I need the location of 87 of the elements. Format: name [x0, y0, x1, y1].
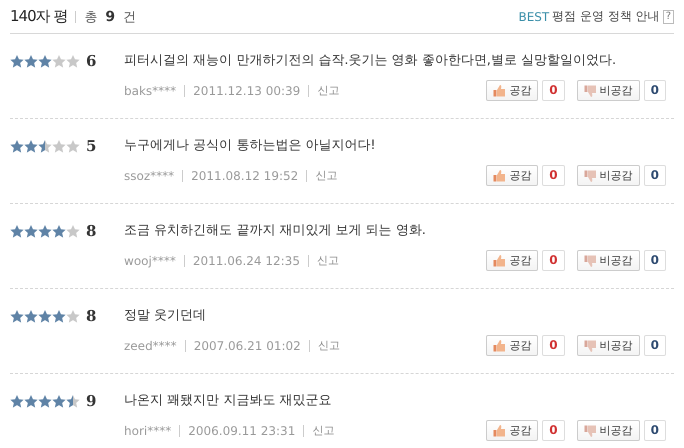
thumbs-up-icon [493, 170, 506, 182]
thumbs-down-icon [584, 84, 597, 96]
thumbs-up-icon [493, 254, 506, 266]
report-link[interactable]: 신고 [312, 423, 334, 438]
review-text: 나온지 꽤됐지만 지금봐도 재밌군요 [124, 392, 332, 410]
like-button[interactable]: 공감 [486, 250, 538, 271]
thumbs-down-icon [584, 170, 597, 182]
star-icon [24, 224, 38, 238]
dislike-count: 0 [644, 335, 666, 356]
dislike-button[interactable]: 비공감 [576, 165, 640, 186]
star-icon [66, 140, 80, 152]
review-text: 정말 웃기던데 [124, 307, 208, 325]
star-icon [24, 310, 38, 322]
like-count: 0 [542, 420, 565, 441]
user-name: wooj**** [124, 254, 176, 268]
dislike-button[interactable]: 비공감 [576, 335, 640, 356]
dislike-button[interactable]: 비공감 [576, 420, 640, 441]
total-label: 총 [84, 8, 98, 26]
like-button[interactable]: 공감 [486, 335, 538, 356]
dislike-count: 0 [644, 165, 666, 186]
dislike-button[interactable]: 비공감 [576, 250, 640, 271]
star-icon [24, 54, 38, 68]
star-icon [66, 54, 80, 68]
dislike-count: 0 [644, 250, 666, 271]
total-unit: 건 [123, 8, 136, 26]
star-icon [52, 54, 66, 68]
like-button[interactable]: 공감 [486, 165, 538, 186]
report-link[interactable]: 신고 [318, 338, 340, 353]
thumbs-up-icon [493, 340, 506, 352]
score: 5 [86, 137, 96, 155]
review-date: 2007.06.21 01:02 [194, 338, 301, 352]
star-icon [24, 140, 38, 152]
review-date: 2006.09.11 23:31 [188, 424, 296, 438]
review-text: 누구에게나 공식이 통하는법은 아닐지어다! [124, 137, 377, 155]
like-count: 0 [542, 165, 565, 186]
star-icon [66, 394, 80, 408]
score: 8 [86, 222, 96, 240]
review-date: 2011.06.24 12:35 [192, 254, 300, 268]
score: 9 [86, 392, 96, 410]
star-icon [52, 310, 66, 322]
thumbs-down-icon [584, 340, 597, 352]
star-icon [38, 394, 52, 408]
star-icon [10, 310, 24, 322]
user-name: hori**** [124, 424, 172, 438]
star-icon [52, 224, 66, 238]
star-icon [10, 140, 24, 152]
thumbs-down-icon [584, 254, 597, 266]
like-button[interactable]: 공감 [486, 80, 538, 101]
dislike-count: 0 [644, 420, 666, 441]
star-icon [24, 394, 38, 408]
star-icon [52, 394, 66, 408]
total-count: 9 [105, 8, 116, 24]
star-icon [38, 140, 52, 152]
score: 8 [86, 307, 96, 325]
like-count: 0 [542, 335, 565, 356]
star-icon [66, 224, 80, 238]
star-icon [38, 54, 52, 68]
thumbs-up-icon [493, 424, 506, 436]
review-date: 2011.12.13 00:39 [193, 84, 300, 98]
review-date: 2011.08.12 19:52 [191, 168, 298, 182]
star-icon [38, 224, 52, 238]
like-count: 0 [542, 250, 565, 271]
star-icon [10, 394, 24, 408]
thumbs-up-icon [493, 84, 506, 96]
star-icon [52, 140, 66, 152]
user-name: ssoz**** [124, 168, 174, 182]
user-name: zeed**** [124, 338, 177, 352]
report-link[interactable]: 신고 [315, 168, 338, 183]
best-label: BEST [518, 10, 550, 24]
like-button[interactable]: 공감 [486, 420, 538, 441]
report-link[interactable]: 신고 [316, 253, 339, 268]
thumbs-down-icon [584, 424, 597, 436]
review-text: 조금 유치하긴해도 끝까지 재미있게 보게 되는 영화. [124, 222, 427, 240]
star-icon [66, 310, 80, 322]
star-icon [10, 54, 24, 68]
help-button[interactable]: ? [662, 10, 674, 24]
policy-link[interactable]: 평점 운영 정책 안내 [552, 8, 660, 25]
report-link[interactable]: 신고 [317, 83, 340, 98]
review-text: 피터시걸의 재능이 만개하기전의 습작.웃기는 영화 좋아한다면,별로 실망할일이었다. [124, 52, 618, 70]
section-title: 140자 평 [10, 7, 68, 26]
dislike-button[interactable]: 비공감 [576, 80, 640, 101]
star-icon [38, 310, 52, 322]
star-icon [10, 224, 24, 238]
like-count: 0 [542, 80, 565, 101]
score: 6 [86, 52, 96, 70]
user-name: baks**** [124, 84, 176, 98]
dislike-count: 0 [644, 80, 666, 101]
